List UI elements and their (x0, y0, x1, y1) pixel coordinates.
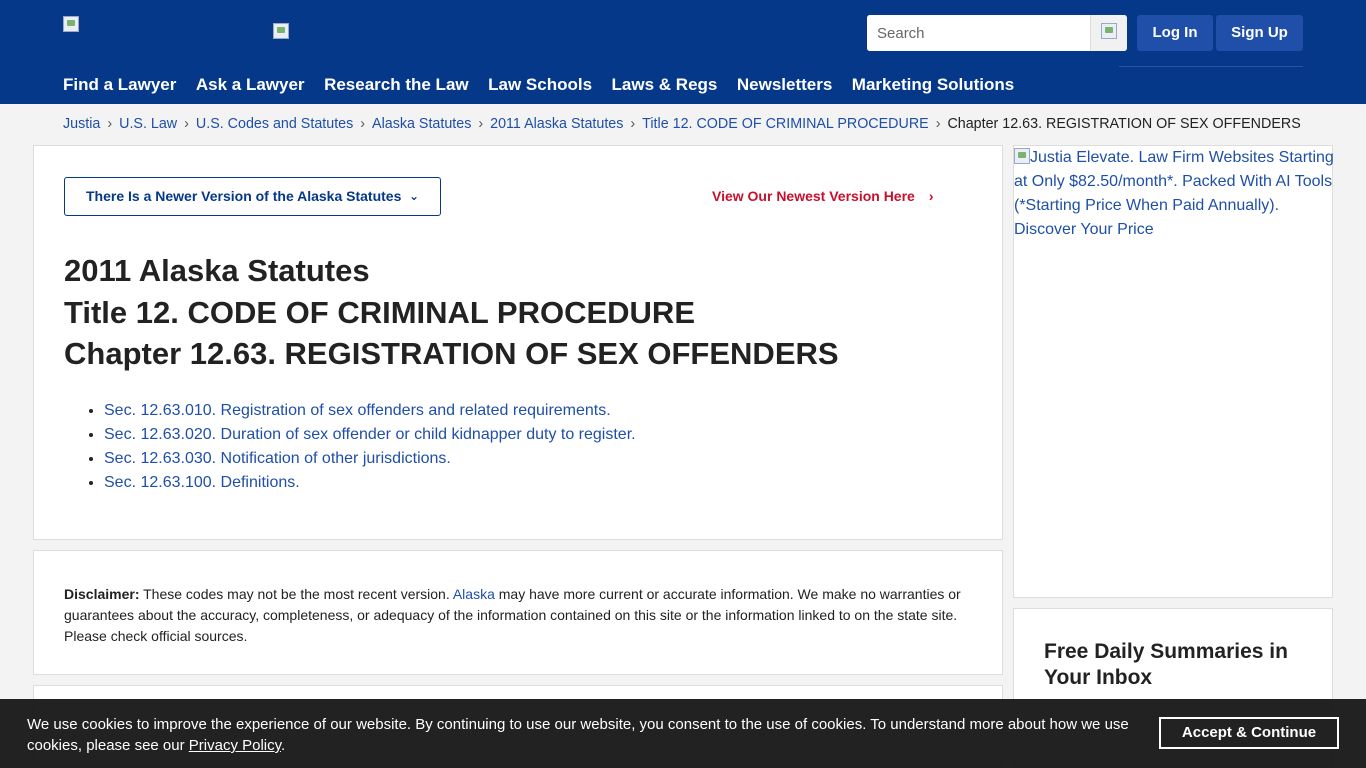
breadcrumb-separator: › (935, 116, 941, 132)
section-link[interactable]: Sec. 12.63.010. Registration of sex offe… (104, 402, 611, 419)
privacy-policy-link[interactable]: Privacy Policy (189, 737, 281, 754)
cookie-text: We use cookies to improve the experience… (27, 714, 1137, 756)
statute-card: There Is a Newer Version of the Alaska S… (33, 145, 1003, 540)
chevron-right-icon: › (928, 188, 934, 204)
cookie-period: . (281, 737, 286, 754)
nav-law-schools[interactable]: Law Schools (488, 75, 592, 95)
title-line-title: Title 12. CODE OF CRIMINAL PROCEDURE (64, 294, 695, 330)
title-line-chapter: Chapter 12.63. REGISTRATION OF SEX OFFEN… (64, 336, 839, 371)
breadcrumb-separator: › (107, 116, 113, 132)
signup-button[interactable]: Sign Up (1216, 15, 1303, 51)
section-link[interactable]: Sec. 12.63.100. Definitions. (104, 474, 300, 491)
search-button[interactable] (1090, 15, 1127, 51)
breadcrumb-separator: › (184, 116, 189, 132)
disclaimer-text: Disclaimer: These codes may not be the m… (64, 584, 969, 647)
nav-ask-a-lawyer[interactable]: Ask a Lawyer (196, 75, 305, 95)
nav-laws-and-regs[interactable]: Laws & Regs (612, 75, 718, 95)
breadcrumb-separator: › (478, 116, 484, 132)
breadcrumb-us-codes[interactable]: U.S. Codes and Statutes (196, 116, 353, 132)
list-item: Sec. 12.63.020. Duration of sex offender… (104, 423, 636, 447)
nav-newsletters[interactable]: Newsletters (737, 75, 832, 95)
breadcrumb-justia[interactable]: Justia (63, 116, 100, 132)
newsletter-title: Free Daily Summaries in Your Inbox (1044, 640, 1288, 689)
section-link[interactable]: Sec. 12.63.030. Notification of other ju… (104, 450, 451, 467)
page-title: 2011 Alaska Statutes Title 12. CODE OF C… (64, 250, 839, 375)
list-item: Sec. 12.63.100. Definitions. (104, 471, 636, 495)
site-header: Log In Sign Up Find a Lawyer Ask a Lawye… (0, 0, 1366, 104)
search-box (867, 15, 1127, 51)
justia-logo-icon[interactable] (63, 16, 79, 32)
accept-continue-button[interactable]: Accept & Continue (1159, 717, 1339, 749)
breadcrumb-us-law[interactable]: U.S. Law (119, 116, 177, 132)
header-tagline-image-icon (273, 23, 289, 39)
chevron-down-icon: ⌄ (409, 189, 420, 203)
header-divider (1119, 66, 1303, 67)
breadcrumb-current: Chapter 12.63. REGISTRATION OF SEX OFFEN… (947, 116, 1301, 132)
breadcrumb-separator: › (360, 116, 366, 132)
section-link[interactable]: Sec. 12.63.020. Duration of sex offender… (104, 426, 636, 443)
newer-version-dropdown[interactable]: There Is a Newer Version of the Alaska S… (64, 177, 441, 216)
ad-card: Justia Elevate. Law Firm Websites Starti… (1013, 145, 1334, 598)
breadcrumb: Justia › U.S. Law › U.S. Codes and Statutes ›… (63, 116, 1301, 132)
disclaimer-label: Disclaimer: (64, 586, 140, 602)
view-newest-version-link[interactable]: View Our Newest Version Here › (712, 188, 934, 204)
nav-find-a-lawyer[interactable]: Find a Lawyer (63, 75, 176, 95)
section-list: Sec. 12.63.010. Registration of sex offe… (104, 399, 636, 495)
ad-alt-text: Justia Elevate. Law Firm Websites Starti… (1014, 149, 1334, 238)
breadcrumb-2011-alaska-statutes[interactable]: 2011 Alaska Statutes (490, 116, 623, 132)
title-line-year: 2011 Alaska Statutes (64, 253, 370, 288)
breadcrumb-alaska-statutes[interactable]: Alaska Statutes (372, 116, 471, 132)
disclaimer-text-before: These codes may not be the most recent v… (139, 586, 453, 602)
newer-version-label: There Is a Newer Version of the Alaska S… (86, 188, 402, 204)
list-item: Sec. 12.63.010. Registration of sex offe… (104, 399, 636, 423)
broken-image-icon (1014, 148, 1030, 164)
nav-marketing-solutions[interactable]: Marketing Solutions (852, 75, 1014, 95)
nav-research-the-law[interactable]: Research the Law (324, 75, 469, 95)
breadcrumb-title-12[interactable]: Title 12. CODE OF CRIMINAL PROCEDURE (642, 116, 929, 132)
alaska-link[interactable]: Alaska (453, 586, 495, 602)
disclaimer-card: Disclaimer: These codes may not be the m… (33, 550, 1003, 675)
search-input[interactable] (867, 15, 1090, 51)
search-icon (1101, 23, 1117, 39)
breadcrumb-separator: › (630, 116, 636, 132)
justia-elevate-ad[interactable]: Justia Elevate. Law Firm Websites Starti… (1014, 146, 1334, 242)
login-button[interactable]: Log In (1137, 15, 1213, 51)
list-item: Sec. 12.63.030. Notification of other ju… (104, 447, 636, 471)
cookie-banner: We use cookies to improve the experience… (0, 699, 1366, 768)
main-nav: Find a Lawyer Ask a Lawyer Research the … (63, 75, 1034, 95)
newest-link-label: View Our Newest Version Here (712, 188, 915, 204)
